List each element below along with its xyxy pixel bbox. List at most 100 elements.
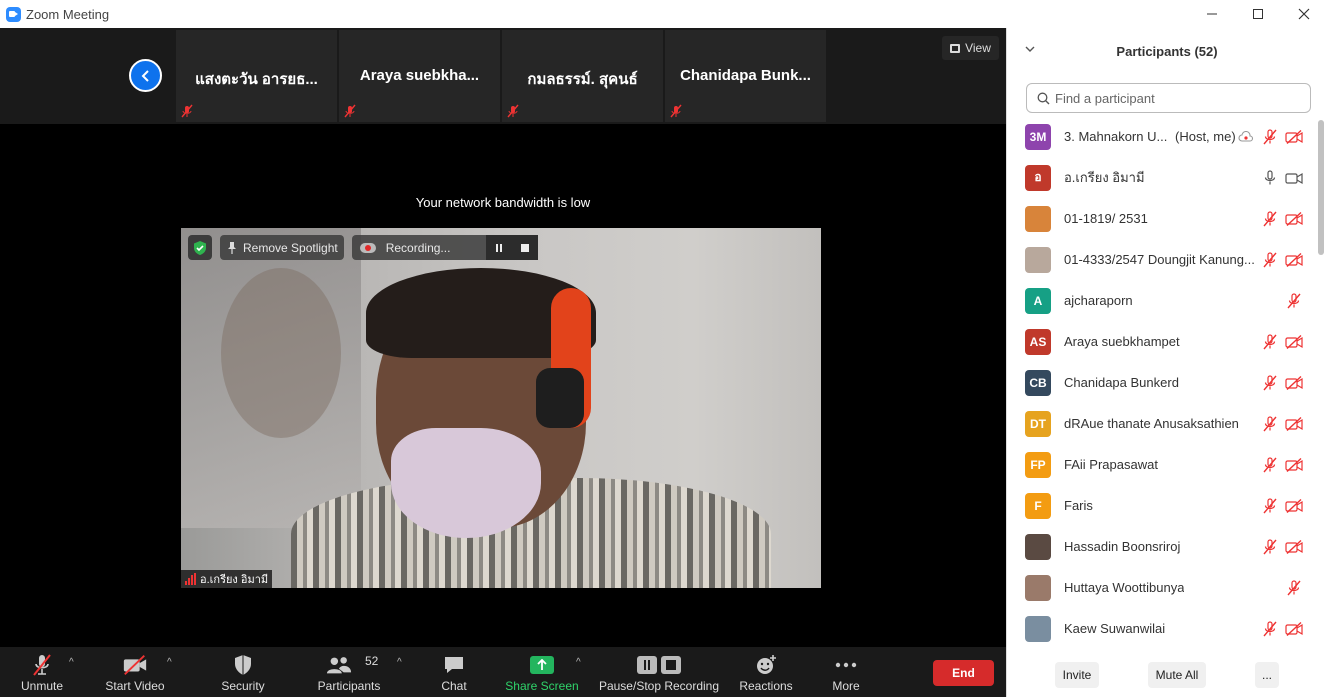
participant-row[interactable]: AS Araya suebkhampet (1007, 321, 1317, 362)
participant-name: อ.เกรียง อิมามี (1064, 170, 1145, 185)
previous-page-button[interactable] (129, 59, 162, 92)
avatar (1025, 574, 1051, 601)
thumbnail-name: Chanidapa Bunk... (680, 67, 811, 84)
end-meeting-button[interactable]: End (933, 660, 994, 686)
unmute-button[interactable]: Unmute (12, 647, 72, 697)
thumbnail-name: Araya suebkha... (359, 67, 480, 84)
video-off-icon[interactable] (1285, 538, 1303, 556)
video-off-icon[interactable] (1285, 251, 1303, 269)
video-off-icon[interactable] (1285, 128, 1303, 146)
chat-label: Chat (441, 679, 467, 693)
participant-name: 3. Mahnakorn U... (1064, 129, 1168, 144)
remove-spotlight-label: Remove Spotlight (243, 240, 338, 255)
muted-mic-icon[interactable] (1261, 128, 1279, 146)
participant-row[interactable]: DT dRAue thanate Anusaksathien (1007, 403, 1317, 444)
video-off-icon[interactable] (1285, 374, 1303, 392)
participant-search[interactable] (1026, 83, 1311, 113)
muted-mic-icon[interactable] (1261, 333, 1279, 351)
pause-recording-button[interactable] (485, 235, 512, 260)
reactions-button[interactable]: Reactions (735, 647, 797, 697)
more-button[interactable]: More (820, 647, 872, 697)
pause-stop-recording-button[interactable]: Pause/Stop Recording (598, 647, 720, 697)
participant-row[interactable]: F Faris (1007, 485, 1317, 526)
share-options-caret-icon[interactable]: ^ (576, 657, 581, 668)
participant-thumbnail[interactable]: Chanidapa Bunk... (665, 30, 826, 122)
participant-thumbnail[interactable]: Araya suebkha... (339, 30, 500, 122)
muted-mic-icon[interactable] (1285, 292, 1303, 310)
avatar: DT (1025, 410, 1051, 437)
avatar: อ (1025, 164, 1051, 191)
participant-row[interactable]: FP FAii Prapasawat (1007, 444, 1317, 485)
video-off-icon[interactable] (1285, 415, 1303, 433)
participant-thumbnail[interactable]: กมลธรรม์. สุคนธ์ (502, 30, 663, 122)
mic-icon[interactable] (1261, 169, 1279, 187)
more-label: More (832, 679, 860, 693)
muted-mic-icon[interactable] (1261, 620, 1279, 638)
video-off-icon[interactable] (1285, 333, 1303, 351)
participants-button[interactable]: 52 Participants (312, 647, 386, 697)
muted-mic-icon[interactable] (1261, 374, 1279, 392)
avatar: FP (1025, 451, 1051, 478)
participant-row[interactable]: CB Chanidapa Bunkerd (1007, 362, 1317, 403)
encryption-shield-button[interactable] (188, 235, 212, 260)
security-button[interactable]: Security (213, 647, 273, 697)
participant-row[interactable]: อ อ.เกรียง อิมามี (1007, 157, 1317, 198)
search-icon (1037, 92, 1050, 104)
view-button[interactable]: View (942, 36, 999, 60)
pause-stop-label: Pause/Stop Recording (598, 679, 720, 693)
audio-options-caret-icon[interactable]: ^ (69, 657, 74, 668)
search-input[interactable] (1055, 90, 1295, 106)
pin-icon (228, 241, 236, 254)
video-off-icon[interactable] (1285, 497, 1303, 515)
participant-row[interactable]: Hassadin Boonsriroj (1007, 526, 1317, 567)
minimize-button[interactable] (1189, 0, 1235, 28)
recording-label: Recording... (385, 240, 451, 255)
window-title: Zoom Meeting (26, 6, 110, 22)
participant-row[interactable]: Huttaya Woottibunya (1007, 567, 1317, 608)
maximize-button[interactable] (1235, 0, 1281, 28)
muted-mic-icon[interactable] (1261, 251, 1279, 269)
participants-list: 3M 3. Mahnakorn U... (Host, me) อ อ.เกรียง อ… (1007, 120, 1317, 650)
video-icon[interactable] (1285, 169, 1303, 187)
participants-options-caret-icon[interactable]: ^ (397, 657, 402, 668)
participant-row[interactable]: 01-4333/2547 Doungjit Kanung... (1007, 239, 1317, 280)
muted-mic-icon[interactable] (1261, 415, 1279, 433)
participants-scrollbar[interactable] (1318, 120, 1324, 650)
view-label: View (965, 41, 991, 55)
muted-mic-icon[interactable] (1261, 497, 1279, 515)
participant-row[interactable]: 01-1819/ 2531 (1007, 198, 1317, 239)
video-options-caret-icon[interactable]: ^ (167, 657, 172, 668)
panel-more-button[interactable]: ... (1255, 662, 1279, 688)
remove-spotlight-button[interactable]: Remove Spotlight (220, 235, 344, 260)
meeting-toolbar: Unmute ^ Start Video ^ Security 52 Parti… (0, 647, 1006, 697)
muted-mic-icon[interactable] (1261, 456, 1279, 474)
stop-recording-button[interactable] (511, 235, 538, 260)
invite-button[interactable]: Invite (1055, 662, 1099, 688)
participant-row[interactable]: Aajcharaporn (1007, 280, 1317, 321)
share-screen-button[interactable]: Share Screen (504, 647, 580, 697)
close-icon (1298, 8, 1310, 20)
panel-footer: Invite Mute All ... (1007, 656, 1327, 697)
chat-button[interactable]: Chat (429, 647, 479, 697)
video-off-icon[interactable] (1285, 210, 1303, 228)
avatar: F (1025, 492, 1051, 519)
avatar: CB (1025, 369, 1051, 396)
participant-name: Chanidapa Bunkerd (1064, 375, 1179, 390)
chevron-down-icon[interactable] (1025, 44, 1035, 54)
muted-mic-icon[interactable] (1285, 579, 1303, 597)
participant-thumbnail[interactable]: แสงตะวัน อารยธ... (176, 30, 337, 122)
mute-all-button[interactable]: Mute All (1148, 662, 1206, 688)
muted-mic-icon[interactable] (1261, 210, 1279, 228)
participant-name: dRAue thanate Anusaksathien (1064, 416, 1239, 431)
maximize-icon (1253, 9, 1263, 19)
start-video-button[interactable]: Start Video (100, 647, 170, 697)
participant-row[interactable]: 3M 3. Mahnakorn U... (Host, me) (1007, 120, 1317, 157)
spotlight-video[interactable]: Remove Spotlight Recording... อ.เกรียง อ… (181, 228, 821, 588)
video-off-icon[interactable] (1285, 456, 1303, 474)
close-button[interactable] (1281, 0, 1327, 28)
video-off-icon[interactable] (1285, 620, 1303, 638)
muted-mic-icon[interactable] (1261, 538, 1279, 556)
thumbnail-name: กมลธรรม์. สุคนธ์ (527, 71, 638, 88)
participant-row[interactable]: Kaew Suwanwilai (1007, 608, 1317, 649)
chat-bubble-icon (441, 653, 467, 677)
